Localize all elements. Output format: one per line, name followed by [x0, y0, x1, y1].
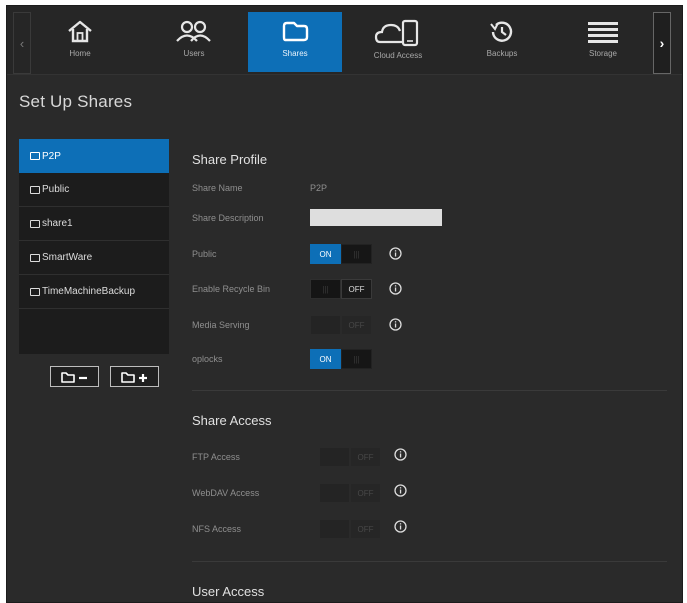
- info-icon[interactable]: [389, 282, 402, 295]
- share-list: P2P Public share1 SmartWare TimeMachineB…: [19, 139, 169, 354]
- user-access-heading: User Access: [192, 584, 265, 599]
- folder-icon: [30, 287, 40, 296]
- share-item-p2p[interactable]: P2P: [19, 139, 169, 173]
- share-name-value: P2P: [310, 183, 328, 193]
- toggle-on-segment: [310, 315, 341, 335]
- share-description-field[interactable]: [310, 209, 442, 226]
- share-item-label: share1: [42, 218, 73, 229]
- toggle-on-segment: ON: [310, 349, 341, 369]
- toggle-on-segment: |||: [310, 279, 341, 299]
- recycle-bin-label: Enable Recycle Bin: [192, 284, 271, 294]
- info-icon[interactable]: [394, 448, 407, 461]
- folder-remove-icon: [60, 371, 87, 383]
- webdav-access-label: WebDAV Access: [192, 488, 260, 498]
- folder-icon: [30, 152, 40, 160]
- toggle-on-segment: [319, 447, 350, 467]
- share-access-heading: Share Access: [192, 413, 272, 428]
- tab-storage-label: Storage: [588, 49, 618, 58]
- tab-backups[interactable]: Backups: [455, 12, 549, 72]
- top-nav-bar: ‹ Home Users Shares Cloud Access Backups…: [7, 6, 682, 75]
- tab-cloud-access[interactable]: Cloud Access: [351, 12, 445, 72]
- oplocks-toggle[interactable]: ON |||: [310, 349, 372, 369]
- share-item-share1[interactable]: share1: [19, 207, 169, 241]
- info-icon[interactable]: [389, 318, 402, 331]
- share-profile-heading: Share Profile: [192, 152, 268, 167]
- tab-users-label: Users: [183, 49, 205, 58]
- tab-cloud-access-label: Cloud Access: [373, 51, 423, 60]
- home-icon: [68, 20, 92, 43]
- oplocks-label: oplocks: [192, 354, 223, 364]
- share-item-label: Public: [42, 184, 70, 195]
- public-toggle[interactable]: ON |||: [310, 244, 372, 264]
- toggle-on-segment: [319, 519, 350, 539]
- media-serving-label: Media Serving: [192, 320, 250, 330]
- share-item-label: P2P: [42, 150, 61, 162]
- toggle-off-segment: OFF: [350, 483, 381, 503]
- ftp-access-toggle[interactable]: OFF: [319, 447, 381, 467]
- nfs-access-toggle[interactable]: OFF: [319, 519, 381, 539]
- add-share-button[interactable]: [110, 366, 159, 387]
- share-item-smartware[interactable]: SmartWare: [19, 241, 169, 275]
- media-serving-toggle[interactable]: OFF: [310, 315, 372, 335]
- nfs-access-label: NFS Access: [192, 524, 242, 534]
- tab-storage[interactable]: Storage: [556, 12, 650, 72]
- tab-shares[interactable]: Shares: [248, 12, 342, 72]
- folder-icon: [30, 219, 40, 228]
- toggle-off-segment: |||: [341, 244, 372, 264]
- share-item-public[interactable]: Public: [19, 173, 169, 207]
- toggle-off-segment: OFF: [341, 315, 372, 335]
- folder-icon: [30, 185, 40, 194]
- toggle-on-segment: [319, 483, 350, 503]
- storage-icon: [588, 22, 618, 43]
- share-name-label: Share Name: [192, 183, 243, 193]
- tab-shares-label: Shares: [282, 49, 308, 58]
- tab-backups-label: Backups: [486, 49, 518, 58]
- share-item-timemachinebackup[interactable]: TimeMachineBackup: [19, 275, 169, 309]
- info-icon[interactable]: [389, 247, 402, 260]
- cloud-folder-icon: [282, 21, 309, 42]
- toggle-on-segment: ON: [310, 244, 341, 264]
- section-divider: [192, 561, 667, 562]
- folder-icon: [30, 253, 40, 262]
- share-item-label: TimeMachineBackup: [42, 286, 136, 297]
- page-title: Set Up Shares: [19, 92, 133, 111]
- info-icon[interactable]: [394, 520, 407, 533]
- history-icon: [490, 21, 513, 42]
- users-icon: [176, 20, 211, 42]
- nav-prev-button[interactable]: ‹: [13, 12, 31, 74]
- nav-next-button[interactable]: ›: [653, 12, 671, 74]
- toggle-off-segment: OFF: [341, 279, 372, 299]
- cloud-device-icon: [374, 19, 419, 47]
- recycle-bin-toggle[interactable]: ||| OFF: [310, 279, 372, 299]
- tab-home-label: Home: [69, 49, 91, 58]
- toggle-off-segment: |||: [341, 349, 372, 369]
- tab-users[interactable]: Users: [147, 12, 241, 72]
- share-item-label: SmartWare: [42, 252, 93, 263]
- folder-add-icon: [120, 371, 147, 383]
- toggle-off-segment: OFF: [350, 447, 381, 467]
- public-label: Public: [192, 249, 217, 259]
- app-window: ‹ Home Users Shares Cloud Access Backups…: [6, 5, 683, 603]
- info-icon[interactable]: [394, 484, 407, 497]
- tab-home[interactable]: Home: [33, 12, 127, 72]
- section-divider: [192, 390, 667, 391]
- webdav-access-toggle[interactable]: OFF: [319, 483, 381, 503]
- ftp-access-label: FTP Access: [192, 452, 240, 462]
- toggle-off-segment: OFF: [350, 519, 381, 539]
- remove-share-button[interactable]: [50, 366, 99, 387]
- share-description-label: Share Description: [192, 213, 264, 223]
